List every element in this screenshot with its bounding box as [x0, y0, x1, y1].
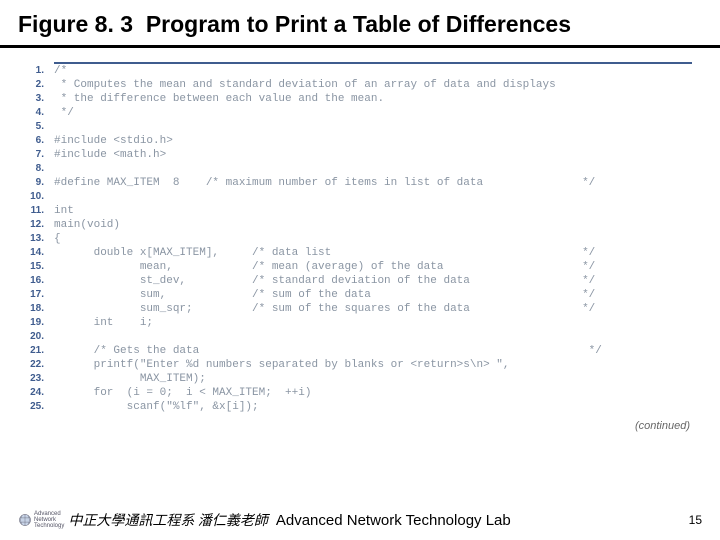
line-number: 14. [24, 246, 48, 260]
line-number: 2. [24, 78, 48, 92]
line-number: 16. [24, 274, 48, 288]
code-line: 15. mean, /* mean (average) of the data … [54, 260, 692, 274]
code-text: double x[MAX_ITEM], /* data list */ [48, 246, 692, 260]
code-line: 4. */ [54, 106, 692, 120]
code-text: /* Gets the data */ [48, 344, 692, 358]
footer-english: Advanced Network Technology Lab [276, 512, 511, 529]
line-number: 23. [24, 372, 48, 386]
line-number: 4. [24, 106, 48, 120]
footer-chinese: 中正大學通訊工程系 潘仁義老師 [68, 510, 268, 530]
line-number: 19. [24, 316, 48, 330]
line-number: 11. [24, 204, 48, 218]
line-number: 20. [24, 330, 48, 344]
code-text: #define MAX_ITEM 8 /* maximum number of … [48, 176, 692, 190]
line-number: 21. [24, 344, 48, 358]
code-line: 3. * the difference between each value a… [54, 92, 692, 106]
code-line: 18. sum_sqr; /* sum of the squares of th… [54, 302, 692, 316]
code-line: 20. [54, 330, 692, 344]
code-listing: 1./*2. * Computes the mean and standard … [54, 62, 692, 414]
code-line: 19. int i; [54, 316, 692, 330]
line-number: 3. [24, 92, 48, 106]
code-text: MAX_ITEM); [48, 372, 692, 386]
line-number: 12. [24, 218, 48, 232]
code-line: 6.#include <stdio.h> [54, 134, 692, 148]
lab-logo: Advanced Network Technology [18, 511, 64, 529]
code-text: /* [48, 64, 692, 78]
code-line: 2. * Computes the mean and standard devi… [54, 78, 692, 92]
code-line: 1./* [54, 64, 692, 78]
code-text: #include <stdio.h> [48, 134, 692, 148]
code-line: 12.main(void) [54, 218, 692, 232]
line-number: 18. [24, 302, 48, 316]
line-number: 6. [24, 134, 48, 148]
logo-text: Advanced Network Technology [34, 511, 64, 529]
code-line: 9.#define MAX_ITEM 8 /* maximum number o… [54, 176, 692, 190]
code-text: int [48, 204, 692, 218]
line-number: 8. [24, 162, 48, 176]
code-line: 23. MAX_ITEM); [54, 372, 692, 386]
line-number: 15. [24, 260, 48, 274]
code-text: for (i = 0; i < MAX_ITEM; ++i) [48, 386, 692, 400]
code-line: 7.#include <math.h> [54, 148, 692, 162]
slide-header: Figure 8. 3 Program to Print a Table of … [0, 0, 720, 48]
code-line: 21. /* Gets the data */ [54, 344, 692, 358]
line-number: 17. [24, 288, 48, 302]
line-number: 9. [24, 176, 48, 190]
slide-footer: Advanced Network Technology 中正大學通訊工程系 潘仁… [0, 510, 720, 530]
code-text: scanf("%lf", &x[i]); [48, 400, 692, 414]
code-line: 11.int [54, 204, 692, 218]
line-number: 1. [24, 64, 48, 78]
code-line: 16. st_dev, /* standard deviation of the… [54, 274, 692, 288]
line-number: 5. [24, 120, 48, 134]
page-number: 15 [689, 513, 702, 527]
globe-icon [18, 513, 32, 527]
code-text: sum, /* sum of the data */ [48, 288, 692, 302]
code-line: 10. [54, 190, 692, 204]
line-number: 22. [24, 358, 48, 372]
code-text: mean, /* mean (average) of the data */ [48, 260, 692, 274]
code-text: { [48, 232, 692, 246]
figure-caption: Program to Print a Table of Differences [146, 11, 571, 37]
code-text: st_dev, /* standard deviation of the dat… [48, 274, 692, 288]
code-text: main(void) [48, 218, 692, 232]
line-number: 10. [24, 190, 48, 204]
line-number: 25. [24, 400, 48, 414]
code-text: int i; [48, 316, 692, 330]
code-line: 25. scanf("%lf", &x[i]); [54, 400, 692, 414]
code-line: 13.{ [54, 232, 692, 246]
code-text: sum_sqr; /* sum of the squares of the da… [48, 302, 692, 316]
slide-title: Figure 8. 3 Program to Print a Table of … [18, 10, 702, 39]
line-number: 24. [24, 386, 48, 400]
code-text: */ [48, 106, 692, 120]
code-line: 17. sum, /* sum of the data */ [54, 288, 692, 302]
figure-number: Figure 8. 3 [18, 11, 133, 37]
code-text: #include <math.h> [48, 148, 692, 162]
code-line: 14. double x[MAX_ITEM], /* data list */ [54, 246, 692, 260]
line-number: 13. [24, 232, 48, 246]
continued-label: (continued) [0, 420, 690, 432]
code-line: 8. [54, 162, 692, 176]
line-number: 7. [24, 148, 48, 162]
code-text: * Computes the mean and standard deviati… [48, 78, 692, 92]
code-text: * the difference between each value and … [48, 92, 692, 106]
code-line: 24. for (i = 0; i < MAX_ITEM; ++i) [54, 386, 692, 400]
code-line: 5. [54, 120, 692, 134]
code-line: 22. printf("Enter %d numbers separated b… [54, 358, 692, 372]
code-text: printf("Enter %d numbers separated by bl… [48, 358, 692, 372]
